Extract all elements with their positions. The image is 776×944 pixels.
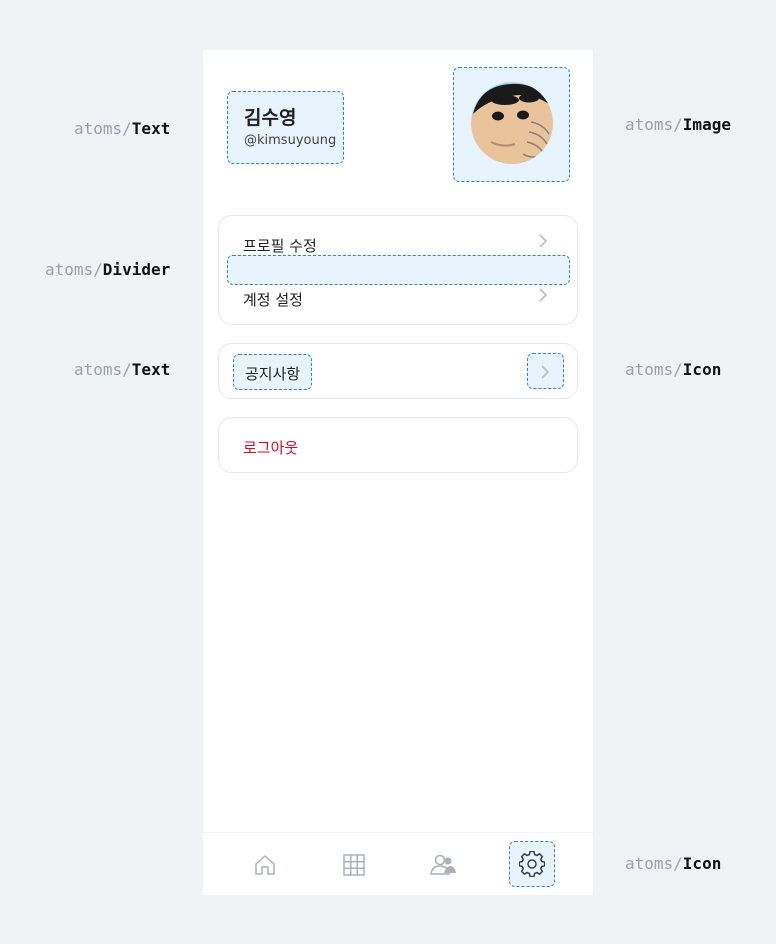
annotation-image: atoms/Image: [625, 115, 731, 134]
logout-label: 로그아웃: [243, 439, 299, 457]
menu-row-label: 프로필 수정: [243, 237, 317, 255]
bottom-tab-bar: [203, 832, 593, 895]
annotation-text-mid: atoms/Text: [74, 360, 170, 379]
annotation-type: Text: [131, 119, 171, 138]
avatar[interactable]: [471, 82, 553, 164]
avatar-cartoon-icon: [471, 82, 553, 164]
gear-icon: [519, 851, 545, 877]
profile-handle: @kimsuyoung: [244, 133, 337, 148]
chevron-right-icon: [538, 233, 548, 252]
tab-grid[interactable]: [332, 843, 376, 887]
notice-label: 공지사항: [245, 365, 301, 383]
annotation-divider: atoms/Divider: [45, 260, 170, 279]
settings-screen: 김수영 @kimsuyoung 프로필 수정 계정 설정 공지사항 로그아웃: [203, 50, 593, 895]
divider: [227, 255, 570, 285]
tab-settings[interactable]: [510, 842, 554, 886]
annotation-type: Icon: [682, 360, 722, 379]
annotation-icon-bottom: atoms/Icon: [625, 854, 721, 873]
annotation-prefix: atoms/: [74, 119, 132, 138]
annotation-prefix: atoms/: [74, 360, 132, 379]
tab-users[interactable]: [421, 843, 465, 887]
annotation-prefix: atoms/: [625, 854, 683, 873]
annotation-text-top: atoms/Text: [74, 119, 170, 138]
annotation-type: Text: [131, 360, 171, 379]
profile-name: 김수영: [244, 107, 297, 129]
logout-card[interactable]: 로그아웃: [218, 417, 578, 473]
notice-card[interactable]: 공지사항: [218, 343, 578, 399]
chevron-right-icon: [540, 364, 550, 383]
annotation-prefix: atoms/: [45, 260, 103, 279]
annotation-type: Icon: [682, 854, 722, 873]
annotation-prefix: atoms/: [625, 360, 683, 379]
annotation-type: Image: [682, 115, 731, 134]
tab-home[interactable]: [243, 843, 287, 887]
home-icon: [255, 855, 275, 875]
chevron-right-icon: [538, 287, 548, 306]
grid-icon: [343, 854, 365, 876]
menu-row-label: 계정 설정: [243, 291, 303, 309]
annotation-type: Divider: [102, 260, 171, 279]
annotation-prefix: atoms/: [625, 115, 683, 134]
users-icon: [430, 854, 456, 875]
annotation-icon-mid: atoms/Icon: [625, 360, 721, 379]
